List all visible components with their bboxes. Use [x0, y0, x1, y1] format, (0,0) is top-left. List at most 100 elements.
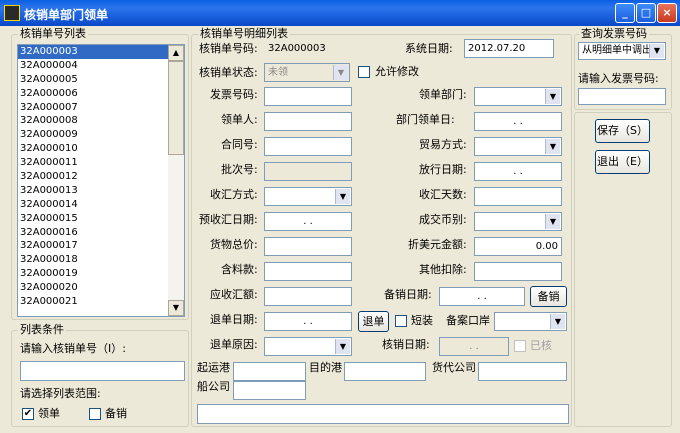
- list-item[interactable]: 32A000017: [18, 239, 184, 253]
- list-item[interactable]: 32A000004: [18, 59, 184, 73]
- list-item[interactable]: 32A000016: [18, 226, 184, 240]
- port-select[interactable]: ▼: [494, 312, 567, 331]
- list-item[interactable]: 32A000019: [18, 267, 184, 281]
- fx-mode-select[interactable]: ▼: [264, 187, 352, 206]
- total-price-field[interactable]: [264, 237, 352, 256]
- lingdan-checkbox[interactable]: ✔: [22, 408, 34, 420]
- list-scrollbar[interactable]: ▲ ▼: [168, 45, 184, 316]
- invoice-query-prompt: 请输入发票号码:: [578, 72, 659, 85]
- trade-mode-label: 贸易方式:: [419, 138, 467, 151]
- origin-port-field[interactable]: [233, 362, 306, 381]
- fx-days-field[interactable]: [474, 187, 562, 206]
- list-item[interactable]: 32A000013: [18, 184, 184, 198]
- list-item[interactable]: 32A000005: [18, 73, 184, 87]
- list-item[interactable]: 32A000007: [18, 101, 184, 115]
- status-value: 未领: [268, 67, 288, 78]
- commission-field[interactable]: [264, 262, 352, 281]
- number-label: 核销单号码:: [199, 42, 258, 55]
- dept-receive-date-label: 部门领单日:: [396, 113, 455, 126]
- currency-select[interactable]: ▼: [474, 212, 562, 231]
- list-item[interactable]: 32A000018: [18, 253, 184, 267]
- range-prompt: 请选择列表范围:: [20, 387, 101, 400]
- allow-edit-checkbox[interactable]: [358, 66, 370, 78]
- list-item[interactable]: 32A000008: [18, 114, 184, 128]
- contract-no-field[interactable]: [264, 137, 352, 156]
- refund-date-label: 退单日期:: [210, 313, 258, 326]
- hx-done-label: 已核: [530, 339, 552, 352]
- app-icon: [4, 5, 20, 21]
- forwarder-field[interactable]: [478, 362, 567, 381]
- list-item[interactable]: 32A000006: [18, 87, 184, 101]
- save-button[interactable]: 保存（S）: [595, 119, 650, 143]
- invoice-number-input[interactable]: [20, 361, 185, 381]
- usd-amount-label: 折美元金额:: [408, 238, 467, 251]
- chevron-down-icon: ▼: [545, 214, 560, 229]
- scroll-thumb[interactable]: [168, 61, 184, 155]
- close-button[interactable]: ×: [657, 3, 677, 23]
- maximize-button[interactable]: □: [636, 3, 656, 23]
- list-item[interactable]: 32A000014: [18, 198, 184, 212]
- usd-amount-field[interactable]: 0.00: [474, 237, 562, 256]
- detail-panel-label: 核销单号明细列表: [198, 27, 290, 40]
- sysdate-label: 系统日期:: [405, 42, 453, 55]
- detail-panel: 核销单号明细列表 核销单号码: 32A000003 系统日期: 2012.07.…: [191, 28, 572, 427]
- list-item[interactable]: 32A000021: [18, 295, 184, 309]
- receivable-label: 应收汇额:: [210, 288, 258, 301]
- list-panel: 核销单号列表 32A000003 32A000004 32A000005 32A000…: [11, 28, 189, 320]
- list-conditions-panel: 列表条件 请输入核销单号（I）: 请选择列表范围: ✔ 领单 备销: [11, 324, 189, 427]
- receivable-field[interactable]: [264, 287, 352, 306]
- invoice-no-field[interactable]: [264, 87, 352, 106]
- actions-panel: 保存（S） 退出（E）: [574, 112, 672, 427]
- dept-receive-date-field[interactable]: . .: [474, 112, 562, 131]
- dest-port-field[interactable]: [344, 362, 426, 381]
- bx-date-field[interactable]: . .: [439, 287, 525, 306]
- sysdate-field[interactable]: 2012.07.20: [464, 39, 554, 58]
- pre-fx-date-field[interactable]: . .: [264, 212, 352, 231]
- commission-label: 含料款:: [221, 263, 258, 276]
- minimize-button[interactable]: _: [615, 3, 635, 23]
- bx-button[interactable]: 备销: [530, 286, 567, 307]
- chevron-down-icon: ▼: [335, 339, 350, 354]
- other-deduct-field[interactable]: [474, 262, 562, 281]
- remarks-field[interactable]: [197, 404, 569, 424]
- list-item[interactable]: 32A000009: [18, 128, 184, 142]
- exit-button[interactable]: 退出（E）: [595, 150, 650, 174]
- invoice-query-input[interactable]: [578, 88, 666, 105]
- source-select[interactable]: 从明细单中调出 ▼: [578, 42, 666, 60]
- refund-button[interactable]: 退单: [358, 311, 389, 332]
- dept-select[interactable]: ▼: [474, 87, 562, 106]
- beixiao-label: 备销: [105, 407, 127, 420]
- chevron-down-icon: ▼: [649, 44, 664, 58]
- status-select: 未领 ▼: [264, 63, 350, 82]
- refund-reason-label: 退单原因:: [210, 338, 258, 351]
- title-bar: 核销单部门领单 _ □ ×: [0, 0, 680, 26]
- list-item[interactable]: 32A000020: [18, 281, 184, 295]
- short-ship-label: 短装: [411, 314, 433, 327]
- fx-mode-label: 收汇方式:: [210, 188, 258, 201]
- list-item[interactable]: 32A000015: [18, 212, 184, 226]
- shipping-co-label: 船公司: [197, 380, 230, 393]
- forwarder-label: 货代公司: [432, 361, 476, 374]
- scroll-down-button[interactable]: ▼: [168, 300, 184, 316]
- other-deduct-label: 其他扣除:: [419, 263, 467, 276]
- chevron-down-icon: ▼: [335, 189, 350, 204]
- refund-date-field[interactable]: . .: [264, 312, 352, 331]
- trade-mode-select[interactable]: ▼: [474, 137, 562, 156]
- release-date-field[interactable]: . .: [474, 162, 562, 181]
- fx-days-label: 收汇天数:: [419, 188, 467, 201]
- invoice-number-list[interactable]: 32A000003 32A000004 32A000005 32A000006 32A0…: [17, 44, 185, 317]
- short-ship-checkbox[interactable]: [395, 315, 407, 327]
- source-value: 从明细单中调出: [582, 45, 652, 56]
- list-conditions-label: 列表条件: [18, 323, 66, 336]
- list-panel-label: 核销单号列表: [18, 27, 88, 40]
- shipping-co-field[interactable]: [233, 381, 306, 400]
- beixiao-checkbox[interactable]: [89, 408, 101, 420]
- list-item[interactable]: 32A000012: [18, 170, 184, 184]
- list-item[interactable]: 32A000003: [18, 45, 184, 59]
- refund-reason-select[interactable]: ▼: [264, 337, 352, 356]
- chevron-down-icon: ▼: [333, 65, 348, 80]
- list-item[interactable]: 32A000010: [18, 142, 184, 156]
- scroll-up-button[interactable]: ▲: [168, 45, 184, 61]
- receiver-field[interactable]: [264, 112, 352, 131]
- list-item[interactable]: 32A000011: [18, 156, 184, 170]
